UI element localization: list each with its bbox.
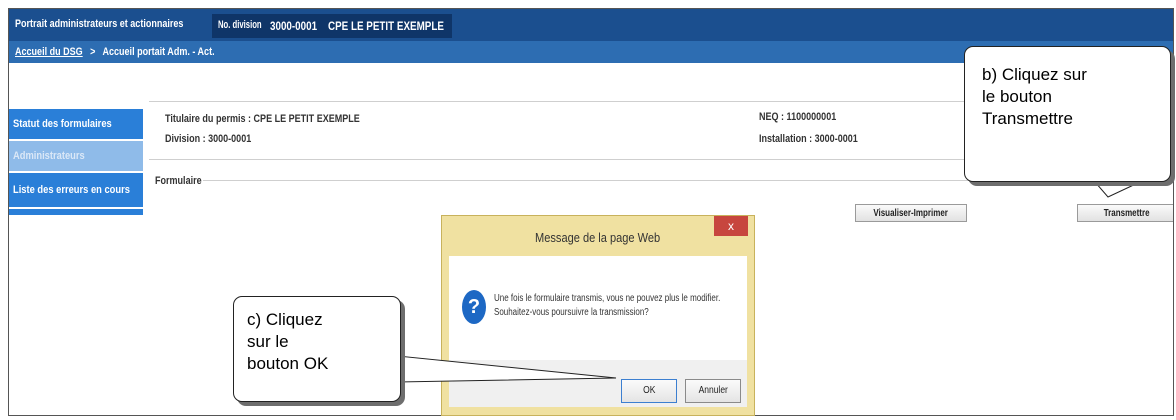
- callout-c-pointer: [397, 355, 617, 383]
- callout-b-pointer: [1093, 181, 1141, 198]
- callout-c: c) Cliquez sur le bouton OK: [233, 296, 401, 402]
- callout-b: b) Cliquez sur le bouton Transmettre: [964, 46, 1171, 182]
